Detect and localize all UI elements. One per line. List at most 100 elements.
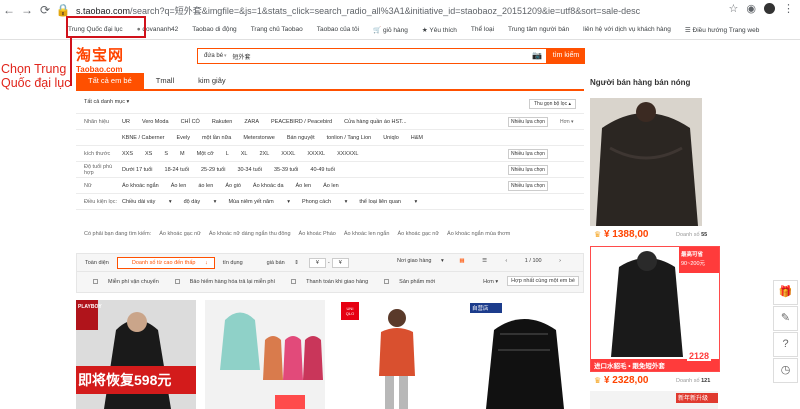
filter-option[interactable]: một lần nữa <box>202 131 231 145</box>
product-card[interactable] <box>205 300 325 409</box>
filter-option[interactable]: 35-39 tuổi <box>274 163 298 177</box>
back-icon[interactable]: ← <box>0 3 18 17</box>
price-min-input[interactable]: ¥ <box>308 257 326 268</box>
more-button[interactable]: Hơn ▾ <box>560 119 574 125</box>
product-card[interactable]: UNI QLO <box>335 300 455 409</box>
filter-option[interactable]: XXXL <box>281 147 295 161</box>
prev-page-icon[interactable]: ‹ <box>497 258 515 264</box>
tab-all-items[interactable]: Tất cả em bé <box>76 73 144 89</box>
star-icon[interactable]: ☆ <box>729 2 739 15</box>
filter-dropdown[interactable]: Mùa niêm yết năm ▾ <box>228 195 290 209</box>
filter-option[interactable]: Áo len <box>296 179 312 193</box>
filter-option[interactable]: Uniqlo <box>383 131 399 145</box>
filter-option[interactable]: Evely <box>177 131 190 145</box>
filter-option[interactable]: UR <box>122 115 130 129</box>
bookmark-customer-service[interactable]: liên hệ với dịch vụ khách hàng <box>583 26 671 33</box>
filter-option[interactable]: Vero Moda <box>142 115 169 129</box>
price-max-input[interactable]: ¥ <box>331 257 349 268</box>
filter-option[interactable]: H&M <box>411 131 423 145</box>
filter-option[interactable]: Áo khoác da <box>253 179 284 193</box>
filter-option[interactable]: 40-49 tuổi <box>310 163 334 177</box>
bookmark-site-nav[interactable]: ☰ Điều hướng Trang web <box>685 26 759 34</box>
search-scope-label[interactable]: đứa bé <box>204 53 223 59</box>
filter-option[interactable]: XXXXXL <box>337 147 358 161</box>
taobao-logo[interactable]: 淘宝网 Taobao.com <box>76 44 124 74</box>
filter-option[interactable]: Rakuten <box>212 115 233 129</box>
collapse-filters-button[interactable]: Thu gọn bộ lọc ▴ <box>529 99 576 109</box>
related-search-link[interactable]: Áo khoác ngắn mùa thơm <box>447 231 510 237</box>
filter-option[interactable]: Dưới 17 tuổi <box>122 163 153 177</box>
avatar[interactable] <box>764 3 775 14</box>
filter-option[interactable]: Áo gió <box>225 179 241 193</box>
product-card[interactable]: PLAYBOY 即将恢复598元 <box>76 300 196 409</box>
address-input[interactable]: s.taobao.com/search?q=短外套&imgfile=&js=1&… <box>76 4 696 17</box>
hot-seller-card[interactable] <box>590 98 720 226</box>
filter-option[interactable]: Áo len <box>171 179 187 193</box>
gift-icon[interactable]: 🎁 <box>773 280 798 305</box>
search-input[interactable]: đứa bé ▾ 短外套 📷 <box>197 48 547 64</box>
related-search-link[interactable]: Áo khoác nữ dáng ngắn thu đông <box>209 231 291 237</box>
filter-option[interactable]: L <box>226 147 229 161</box>
related-search-link[interactable]: Áo khoác Pháo <box>299 231 336 237</box>
grid-view-icon[interactable]: ▦ <box>451 258 472 264</box>
bookmark-mobile-taobao[interactable]: Taobao di động <box>192 26 236 33</box>
filter-option[interactable]: 25-29 tuổi <box>201 163 225 177</box>
multi-select-button[interactable]: Nhiều lựa chọn <box>508 180 548 191</box>
multi-select-button[interactable]: Nhiều lựa chọn <box>508 148 548 159</box>
filter-option[interactable]: áo len <box>198 179 213 193</box>
all-categories[interactable]: Tất cả danh mục ▾ <box>84 99 129 109</box>
tab-second-hand[interactable]: kim giây <box>186 73 238 89</box>
filter-option[interactable]: KBNE / Caberner <box>122 131 165 145</box>
filter-option[interactable]: 18-24 tuổi <box>165 163 189 177</box>
filter-option[interactable]: Bán nguyệt <box>287 131 315 145</box>
reload-icon[interactable]: ⟳ <box>36 3 54 17</box>
multi-select-button[interactable]: Nhiều lựa chọn <box>508 116 548 127</box>
sort-credit[interactable]: tín dụng <box>215 260 251 266</box>
filter-option[interactable]: S <box>164 147 168 161</box>
filter-option[interactable]: Meterstonwe <box>243 131 275 145</box>
bookmark-seller-center[interactable]: Trung tâm người bán <box>508 26 569 33</box>
clock-icon[interactable]: ◷ <box>773 358 798 383</box>
edit-icon[interactable]: ✎ <box>773 306 798 331</box>
bookmark-categories[interactable]: Thể loại <box>471 26 494 33</box>
bookmark-favorites[interactable]: ★ Yêu thích <box>422 26 457 34</box>
forward-icon[interactable]: → <box>18 3 36 17</box>
bookmark-my-taobao[interactable]: Taobao của tôi <box>317 26 359 33</box>
menu-icon[interactable]: ⋮ <box>783 2 794 15</box>
hot-seller-card[interactable]: 新年新升级 <box>590 391 720 409</box>
bookmark-taobao-home[interactable]: Trang chủ Taobao <box>251 26 303 33</box>
filter-dropdown[interactable]: Chiều dài váy ▾ <box>122 195 172 209</box>
hot-seller-card[interactable]: 最高可省 90~200元 进口水貂毛 • 跟免短外套 2128 <box>590 246 720 372</box>
bookmark-cart[interactable]: 🛒 giỏ hàng <box>373 26 408 34</box>
filter-option[interactable]: Cửa hàng quần áo HST... <box>344 115 406 129</box>
filter-option[interactable]: XXXXL <box>307 147 325 161</box>
return-insurance-checkbox[interactable]: Bảo hiểm hàng hóa trả lại miễn phí <box>167 279 275 285</box>
free-shipping-checkbox[interactable]: Miễn phí vận chuyển <box>85 279 159 285</box>
next-page-icon[interactable]: › <box>551 258 569 264</box>
filter-dropdown[interactable]: Phong cách ▾ <box>302 195 347 209</box>
filter-option[interactable]: Áo khoác ngắn <box>122 179 159 193</box>
search-button[interactable]: tìm kiếm <box>547 48 585 64</box>
ship-from-dropdown[interactable]: Nơi giao hàng ▾ ▦ ☰ <box>381 258 503 264</box>
sort-price[interactable]: giá bán ⇕ <box>251 260 307 266</box>
filter-dropdown[interactable]: độ dày ▾ <box>184 195 217 209</box>
sort-sales-desc[interactable]: Doanh số từ cao đến thấp ↓ <box>116 256 215 269</box>
filter-option[interactable]: XS <box>145 147 152 161</box>
tab-tmall[interactable]: Tmall <box>144 73 186 89</box>
filter-option[interactable]: Áo len <box>323 179 339 193</box>
filter-option[interactable]: Một cỡ <box>197 147 214 161</box>
filter-dropdown[interactable]: thể loại liên quan ▾ <box>359 195 417 209</box>
filter-option[interactable]: CHỈ CÓ <box>181 115 200 129</box>
merge-same-items-button[interactable]: Hợp nhất cùng một em bé <box>507 276 579 286</box>
filter-option[interactable]: tonlion / Tang Lion <box>327 131 372 145</box>
filter-option[interactable]: PEACEBIRD / Peacebird <box>271 115 332 129</box>
filter-option[interactable]: M <box>180 147 185 161</box>
related-search-link[interactable]: Áo khoác gạc nữ <box>397 231 439 237</box>
help-icon[interactable]: ? <box>773 332 798 357</box>
new-products-checkbox[interactable]: Sản phẩm mới <box>376 279 435 285</box>
filter-option[interactable]: XXS <box>122 147 133 161</box>
filter-option[interactable]: 2XL <box>259 147 269 161</box>
related-search-link[interactable]: Áo khoác len ngắn <box>344 231 390 237</box>
filter-option[interactable]: XL <box>241 147 248 161</box>
filter-option[interactable]: 30-34 tuổi <box>237 163 261 177</box>
